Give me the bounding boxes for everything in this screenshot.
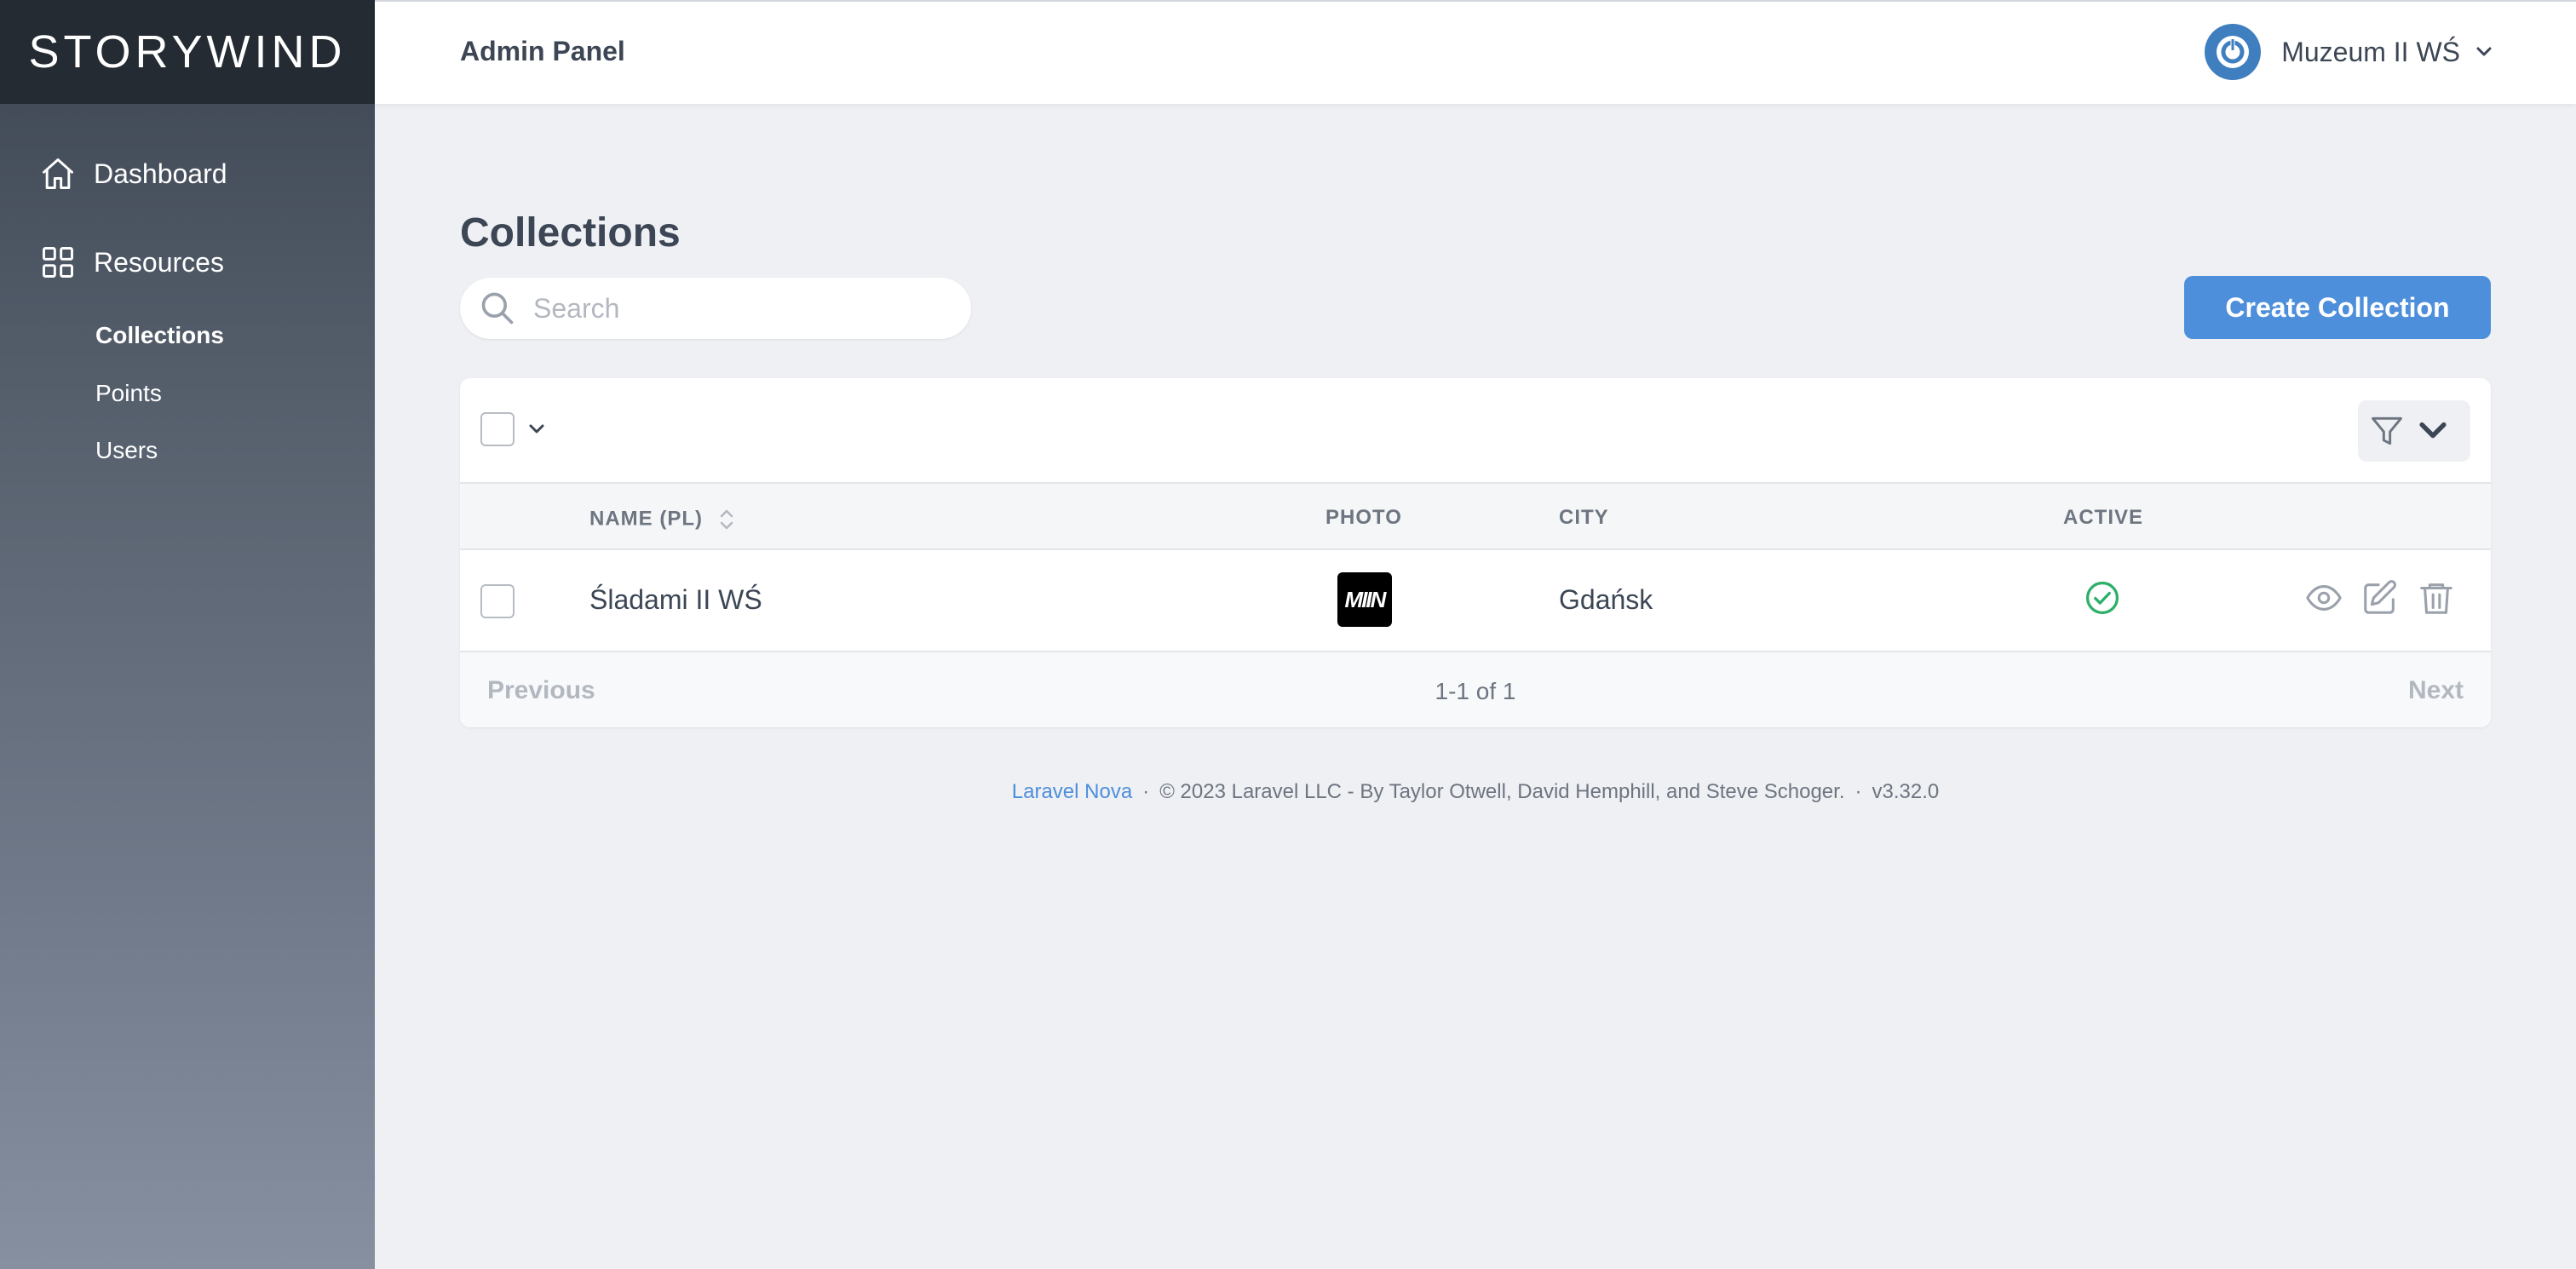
row-name: Śladami II WŚ <box>589 584 762 615</box>
footer-copyright: © 2023 Laravel LLC - By Taylor Otwell, D… <box>1159 780 1845 803</box>
footer-separator: · <box>1854 780 1862 803</box>
eye-icon <box>2306 585 2342 611</box>
row-city: Gdańsk <box>1559 584 1653 615</box>
sidebar-item-users[interactable]: Users <box>95 437 158 464</box>
power-icon <box>2217 36 2250 68</box>
footer-separator: · <box>1142 780 1150 803</box>
column-header-name[interactable]: NAME (PL) <box>589 506 735 533</box>
search-icon <box>481 292 514 324</box>
pagination: Previous 1-1 of 1 Next <box>460 652 2491 727</box>
sidebar-item-dashboard-label: Dashboard <box>94 158 227 189</box>
edit-button[interactable] <box>2360 577 2401 618</box>
column-header-photo: PHOTO <box>1325 506 1402 529</box>
avatar <box>2205 24 2262 80</box>
footer: Laravel Nova · © 2023 Laravel LLC - By Tay… <box>375 780 2576 804</box>
row-checkbox[interactable] <box>480 584 515 618</box>
select-all-checkbox[interactable] <box>480 412 515 446</box>
brand-name: STORYWIND <box>28 26 347 78</box>
top-bar: Admin Panel Muzeum II WŚ <box>375 0 2576 104</box>
table-header: NAME (PL) PHOTO CITY ACTIVE <box>460 482 2491 550</box>
check-circle-icon <box>2085 581 2119 615</box>
sort-icon[interactable] <box>718 506 735 533</box>
chevron-down-icon <box>2476 47 2492 56</box>
table-toolbar <box>460 378 2491 482</box>
column-header-name-label: NAME (PL) <box>589 507 703 531</box>
page-title: Collections <box>460 210 681 256</box>
filter-button[interactable] <box>2358 400 2470 462</box>
row-photo: MIIN <box>1337 572 1392 627</box>
search-box <box>460 278 971 339</box>
search-input[interactable] <box>533 292 942 324</box>
trash-icon <box>2420 583 2452 614</box>
pagination-info: 1-1 of 1 <box>1435 678 1516 704</box>
edit-icon <box>2364 580 2396 614</box>
sidebar-item-resources[interactable]: Resources <box>39 244 224 281</box>
footer-version: v3.32.0 <box>1872 780 1940 803</box>
row-actions <box>2288 577 2457 618</box>
sidebar-item-collections[interactable]: Collections <box>95 322 224 349</box>
collections-table-card: NAME (PL) PHOTO CITY ACTIVE Śladami II W… <box>460 378 2491 727</box>
sidebar-item-resources-label: Resources <box>94 246 224 278</box>
grid-icon <box>39 244 77 281</box>
column-header-city: CITY <box>1559 506 1609 529</box>
brand-logo[interactable]: STORYWIND <box>0 0 375 104</box>
create-collection-button[interactable]: Create Collection <box>2184 276 2491 339</box>
select-all-control[interactable] <box>480 412 547 446</box>
chevron-down-icon <box>2419 422 2447 439</box>
table-row[interactable]: Śladami II WŚ MIIN Gdańsk <box>460 550 2491 652</box>
filter-icon <box>2372 416 2402 445</box>
sidebar-item-points[interactable]: Points <box>95 380 162 407</box>
next-page-button[interactable]: Next <box>2408 676 2464 705</box>
view-button[interactable] <box>2303 577 2344 618</box>
sidebar: STORYWIND Dashboard Resources Collection… <box>0 0 375 1269</box>
delete-button[interactable] <box>2416 577 2457 618</box>
chevron-down-icon[interactable] <box>526 419 547 439</box>
user-menu[interactable]: Muzeum II WŚ <box>2205 24 2494 80</box>
page-header-title: Admin Panel <box>460 36 625 66</box>
column-header-active: ACTIVE <box>2063 506 2144 529</box>
home-icon <box>39 155 77 192</box>
user-name: Muzeum II WŚ <box>2281 36 2460 67</box>
sidebar-item-dashboard[interactable]: Dashboard <box>39 155 227 192</box>
laravel-nova-link[interactable]: Laravel Nova <box>1012 780 1132 803</box>
